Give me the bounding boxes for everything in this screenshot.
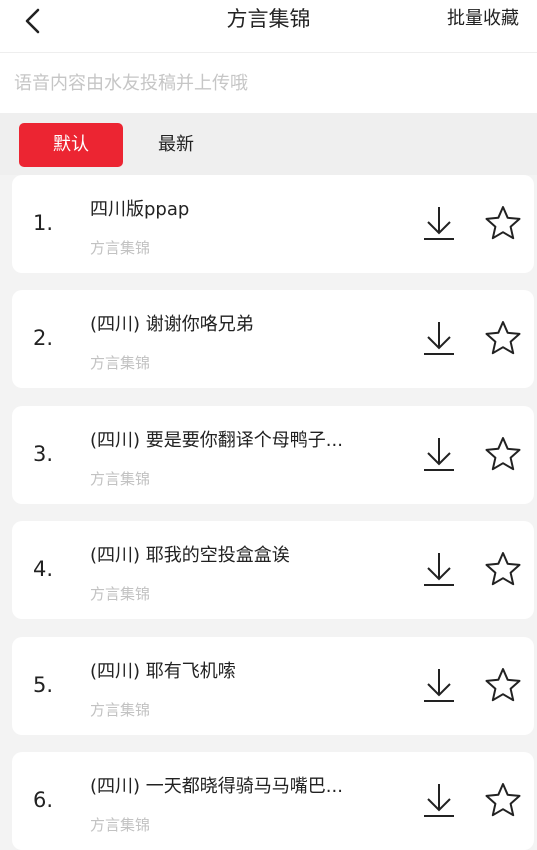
download-icon[interactable] bbox=[422, 781, 456, 819]
item-title: (四川) 要是要你翻译个母鸭子... bbox=[90, 430, 343, 451]
star-outline-icon[interactable] bbox=[484, 435, 522, 473]
batch-favorite-button[interactable]: 批量收藏 bbox=[447, 0, 537, 38]
item-index: 2. bbox=[33, 326, 54, 350]
download-icon[interactable] bbox=[422, 204, 456, 242]
tab-latest[interactable]: 最新 bbox=[140, 123, 212, 167]
item-title: (四川) 耶我的空投盒盒诶 bbox=[90, 545, 290, 566]
item-subtitle: 方言集锦 bbox=[90, 701, 151, 719]
download-icon[interactable] bbox=[422, 319, 456, 357]
list-item[interactable]: 5. (四川) 耶有飞机嗦 方言集锦 bbox=[12, 637, 534, 735]
item-index: 1. bbox=[33, 211, 54, 235]
item-subtitle: 方言集锦 bbox=[90, 585, 151, 603]
item-index: 6. bbox=[33, 788, 54, 812]
star-outline-icon[interactable] bbox=[484, 666, 522, 704]
list-item[interactable]: 3. (四川) 要是要你翻译个母鸭子... 方言集锦 bbox=[12, 406, 534, 504]
sort-tabs: 默认 最新 bbox=[0, 113, 537, 175]
item-title: 四川版ppap bbox=[90, 199, 190, 220]
header-bar: 方言集锦 批量收藏 bbox=[0, 0, 537, 52]
list-item[interactable]: 2. (四川) 谢谢你咯兄弟 方言集锦 bbox=[12, 290, 534, 388]
item-subtitle: 方言集锦 bbox=[90, 816, 151, 834]
upload-notice: 语音内容由水友投稿并上传哦 bbox=[0, 52, 537, 113]
list-item[interactable]: 4. (四川) 耶我的空投盒盒诶 方言集锦 bbox=[12, 521, 534, 619]
star-outline-icon[interactable] bbox=[484, 550, 522, 588]
list-item[interactable]: 1. 四川版ppap 方言集锦 bbox=[12, 175, 534, 273]
list-item[interactable]: 6. (四川) 一天都晓得骑马马嘴巴... 方言集锦 bbox=[12, 752, 534, 850]
download-icon[interactable] bbox=[422, 550, 456, 588]
star-outline-icon[interactable] bbox=[484, 204, 522, 242]
item-index: 3. bbox=[33, 442, 54, 466]
tab-default[interactable]: 默认 bbox=[19, 123, 123, 167]
item-index: 5. bbox=[33, 673, 54, 697]
item-title: (四川) 耶有飞机嗦 bbox=[90, 661, 236, 682]
item-title: (四川) 一天都晓得骑马马嘴巴... bbox=[90, 776, 343, 797]
item-subtitle: 方言集锦 bbox=[90, 354, 151, 372]
star-outline-icon[interactable] bbox=[484, 319, 522, 357]
item-subtitle: 方言集锦 bbox=[90, 239, 151, 257]
download-icon[interactable] bbox=[422, 666, 456, 704]
star-outline-icon[interactable] bbox=[484, 781, 522, 819]
download-icon[interactable] bbox=[422, 435, 456, 473]
item-title: (四川) 谢谢你咯兄弟 bbox=[90, 314, 254, 335]
item-index: 4. bbox=[33, 557, 54, 581]
item-subtitle: 方言集锦 bbox=[90, 470, 151, 488]
